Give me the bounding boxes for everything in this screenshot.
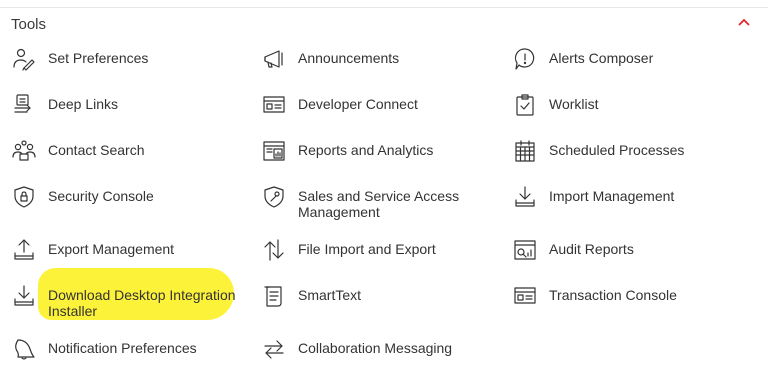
tool-import-management[interactable]: Import Management [512, 184, 739, 210]
shield-wrench-icon [261, 184, 287, 210]
tool-sales-and-service-access-management[interactable]: Sales and Service Access Management [261, 184, 478, 220]
tool-set-preferences[interactable]: Set Preferences [11, 46, 238, 72]
tool-file-import-and-export[interactable]: File Import and Export [261, 237, 478, 263]
people-search-icon [11, 138, 37, 164]
tools-panel: Tools Set Preferences Announcements Aler… [0, 0, 768, 392]
tool-label: Deep Links [48, 96, 119, 112]
tool-collaboration-messaging[interactable]: Collaboration Messaging [261, 336, 478, 362]
tool-label: Transaction Console [549, 287, 677, 303]
calendar-grid-icon [512, 138, 538, 164]
audit-report-icon [512, 237, 538, 263]
tool-deep-links[interactable]: Deep Links [11, 92, 238, 118]
download-tray-icon [11, 283, 37, 309]
tool-label: Sales and Service Access Management [298, 188, 460, 220]
tool-label: Worklist [549, 96, 599, 112]
megaphone-icon [261, 46, 287, 72]
tool-label: Announcements [298, 50, 400, 66]
tool-audit-reports[interactable]: Audit Reports [512, 237, 739, 263]
tool-alerts-composer[interactable]: Alerts Composer [512, 46, 739, 72]
tool-label: Alerts Composer [549, 50, 654, 66]
tool-contact-search[interactable]: Contact Search [11, 138, 238, 164]
tool-label: Export Management [48, 241, 175, 257]
tool-label: Contact Search [48, 142, 145, 158]
tool-download-desktop-integration-installer[interactable]: Download Desktop Integration Installer [11, 283, 238, 319]
section-title: Tools [11, 16, 47, 33]
tool-security-console[interactable]: Security Console [11, 184, 238, 210]
tool-label: Import Management [549, 188, 675, 204]
tool-scheduled-processes[interactable]: Scheduled Processes [512, 138, 739, 164]
export-tray-icon [11, 237, 37, 263]
tool-label: Reports and Analytics [298, 142, 434, 158]
tool-developer-connect[interactable]: Developer Connect [261, 92, 478, 118]
tool-label: Notification Preferences [48, 340, 197, 356]
shield-lock-icon [11, 184, 37, 210]
clipboard-check-icon [512, 92, 538, 118]
tool-notification-preferences[interactable]: Notification Preferences [11, 336, 238, 362]
tool-label: Set Preferences [48, 50, 149, 66]
transaction-console-icon [512, 283, 538, 309]
developer-connect-icon [261, 92, 287, 118]
bell-icon [11, 336, 37, 362]
tool-transaction-console[interactable]: Transaction Console [512, 283, 739, 309]
tool-label: File Import and Export [298, 241, 436, 257]
tool-announcements[interactable]: Announcements [261, 46, 478, 72]
tool-label: Developer Connect [298, 96, 418, 112]
tool-export-management[interactable]: Export Management [11, 237, 238, 263]
report-chart-icon [261, 138, 287, 164]
deep-links-icon [11, 92, 37, 118]
chevron-up-icon [738, 18, 750, 26]
tool-label: Audit Reports [549, 241, 634, 257]
top-divider [0, 7, 768, 8]
import-tray-icon [512, 184, 538, 210]
up-down-arrows-icon [261, 237, 287, 263]
tool-smarttext[interactable]: SmartText [261, 283, 478, 309]
tool-label: Security Console [48, 188, 154, 204]
collapse-button[interactable] [734, 12, 754, 32]
tool-label: Scheduled Processes [549, 142, 685, 158]
tool-label: SmartText [298, 287, 362, 303]
alert-bubble-icon [512, 46, 538, 72]
tool-reports-and-analytics[interactable]: Reports and Analytics [261, 138, 478, 164]
tool-label: Collaboration Messaging [298, 340, 453, 356]
person-preferences-icon [11, 46, 37, 72]
exchange-arrows-icon [261, 336, 287, 362]
tool-label: Download Desktop Integration Installer [48, 287, 236, 319]
document-lines-icon [261, 283, 287, 309]
tool-worklist[interactable]: Worklist [512, 92, 739, 118]
